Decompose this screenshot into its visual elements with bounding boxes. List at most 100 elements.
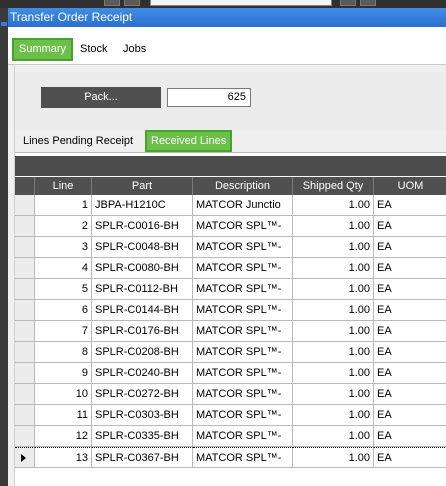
cell-description[interactable]: MATCOR SPL™- bbox=[193, 342, 293, 363]
cell-description[interactable]: MATCOR SPL™- bbox=[193, 363, 293, 384]
cell-uom[interactable]: EA bbox=[374, 258, 446, 279]
table-row[interactable]: 13 SPLR-C0367-BH MATCOR SPL™- 1.00 EA bbox=[15, 447, 446, 468]
cell-description[interactable]: MATCOR SPL™- bbox=[193, 447, 293, 468]
table-row[interactable]: 5 SPLR-C0112-BH MATCOR SPL™- 1.00 EA bbox=[15, 279, 446, 300]
cell-line[interactable]: 5 bbox=[35, 279, 92, 300]
cell-line[interactable]: 12 bbox=[35, 426, 92, 447]
cell-qty[interactable]: 1.00 bbox=[293, 321, 374, 342]
cell-line[interactable]: 8 bbox=[35, 342, 92, 363]
cell-part[interactable]: JBPA-H1210C bbox=[92, 195, 193, 216]
table-row[interactable]: 6 SPLR-C0144-BH MATCOR SPL™- 1.00 EA bbox=[15, 300, 446, 321]
cell-part[interactable]: SPLR-C0303-BH bbox=[92, 405, 193, 426]
table-row[interactable]: 7 SPLR-C0176-BH MATCOR SPL™- 1.00 EA bbox=[15, 321, 446, 342]
cell-uom[interactable]: EA bbox=[374, 426, 446, 447]
tab-summary[interactable]: Summary bbox=[12, 38, 74, 61]
cell-uom[interactable]: EA bbox=[374, 384, 446, 405]
table-row[interactable]: 1 JBPA-H1210C MATCOR Junctio 1.00 EA bbox=[15, 195, 446, 216]
cell-uom[interactable]: EA bbox=[374, 321, 446, 342]
row-selector[interactable] bbox=[15, 237, 35, 258]
toolbar-input[interactable] bbox=[150, 0, 332, 6]
cell-description[interactable]: MATCOR SPL™- bbox=[193, 279, 293, 300]
row-selector[interactable] bbox=[15, 300, 35, 321]
cell-description[interactable]: MATCOR Junctio bbox=[193, 195, 293, 216]
cell-description[interactable]: MATCOR SPL™- bbox=[193, 384, 293, 405]
cell-qty[interactable]: 1.00 bbox=[293, 447, 374, 468]
column-header-part[interactable]: Part bbox=[92, 177, 193, 195]
row-selector[interactable] bbox=[15, 405, 35, 426]
table-row[interactable]: 12 SPLR-C0335-BH MATCOR SPL™- 1.00 EA bbox=[15, 426, 446, 447]
cell-uom[interactable]: EA bbox=[374, 300, 446, 321]
cell-part[interactable]: SPLR-C0176-BH bbox=[92, 321, 193, 342]
cell-line[interactable]: 9 bbox=[35, 363, 92, 384]
cell-description[interactable]: MATCOR SPL™- bbox=[193, 216, 293, 237]
row-selector[interactable] bbox=[15, 426, 35, 447]
cell-part[interactable]: SPLR-C0016-BH bbox=[92, 216, 193, 237]
cell-line[interactable]: 13 bbox=[35, 447, 92, 468]
cell-uom[interactable]: EA bbox=[374, 279, 446, 300]
table-row[interactable]: 3 SPLR-C0048-BH MATCOR SPL™- 1.00 EA bbox=[15, 237, 446, 258]
cell-part[interactable]: SPLR-C0240-BH bbox=[92, 363, 193, 384]
cell-line[interactable]: 10 bbox=[35, 384, 92, 405]
cell-description[interactable]: MATCOR SPL™- bbox=[193, 405, 293, 426]
toolbar-button[interactable] bbox=[124, 0, 140, 6]
row-selector[interactable] bbox=[15, 321, 35, 342]
row-selector[interactable] bbox=[15, 258, 35, 279]
cell-qty[interactable]: 1.00 bbox=[293, 216, 374, 237]
cell-qty[interactable]: 1.00 bbox=[293, 384, 374, 405]
cell-qty[interactable]: 1.00 bbox=[293, 279, 374, 300]
cell-line[interactable]: 2 bbox=[35, 216, 92, 237]
cell-qty[interactable]: 1.00 bbox=[293, 195, 374, 216]
cell-qty[interactable]: 1.00 bbox=[293, 342, 374, 363]
cell-description[interactable]: MATCOR SPL™- bbox=[193, 237, 293, 258]
column-header-line[interactable]: Line bbox=[35, 177, 92, 195]
tab-stock[interactable]: Stock bbox=[75, 38, 113, 61]
toolbar-button[interactable] bbox=[104, 0, 120, 6]
cell-line[interactable]: 11 bbox=[35, 405, 92, 426]
cell-part[interactable]: SPLR-C0208-BH bbox=[92, 342, 193, 363]
cell-line[interactable]: 3 bbox=[35, 237, 92, 258]
cell-part[interactable]: SPLR-C0144-BH bbox=[92, 300, 193, 321]
tab-jobs[interactable]: Jobs bbox=[118, 38, 151, 61]
cell-uom[interactable]: EA bbox=[374, 363, 446, 384]
cell-description[interactable]: MATCOR SPL™- bbox=[193, 300, 293, 321]
cell-qty[interactable]: 1.00 bbox=[293, 237, 374, 258]
cell-qty[interactable]: 1.00 bbox=[293, 363, 374, 384]
column-header-description[interactable]: Description bbox=[193, 177, 293, 195]
pack-number-field[interactable]: 625 bbox=[167, 88, 251, 107]
cell-part[interactable]: SPLR-C0080-BH bbox=[92, 258, 193, 279]
toolbar-button[interactable] bbox=[340, 0, 356, 6]
table-row[interactable]: 11 SPLR-C0303-BH MATCOR SPL™- 1.00 EA bbox=[15, 405, 446, 426]
cell-part[interactable]: SPLR-C0272-BH bbox=[92, 384, 193, 405]
cell-uom[interactable]: EA bbox=[374, 216, 446, 237]
cell-part[interactable]: SPLR-C0112-BH bbox=[92, 279, 193, 300]
table-row[interactable]: 8 SPLR-C0208-BH MATCOR SPL™- 1.00 EA bbox=[15, 342, 446, 363]
table-row[interactable]: 4 SPLR-C0080-BH MATCOR SPL™- 1.00 EA bbox=[15, 258, 446, 279]
row-selector[interactable] bbox=[15, 195, 35, 216]
cell-line[interactable]: 6 bbox=[35, 300, 92, 321]
cell-qty[interactable]: 1.00 bbox=[293, 258, 374, 279]
table-row[interactable]: 10 SPLR-C0272-BH MATCOR SPL™- 1.00 EA bbox=[15, 384, 446, 405]
tab-lines-pending-receipt[interactable]: Lines Pending Receipt bbox=[19, 130, 137, 152]
row-selector[interactable] bbox=[15, 363, 35, 384]
cell-line[interactable]: 1 bbox=[35, 195, 92, 216]
cell-qty[interactable]: 1.00 bbox=[293, 426, 374, 447]
cell-uom[interactable]: EA bbox=[374, 342, 446, 363]
cell-qty[interactable]: 1.00 bbox=[293, 405, 374, 426]
tab-received-lines[interactable]: Received Lines bbox=[145, 130, 233, 152]
column-header-shipped-qty[interactable]: Shipped Qty bbox=[293, 177, 374, 195]
row-selector[interactable] bbox=[15, 447, 35, 468]
cell-part[interactable]: SPLR-C0335-BH bbox=[92, 426, 193, 447]
cell-line[interactable]: 7 bbox=[35, 321, 92, 342]
cell-uom[interactable]: EA bbox=[374, 237, 446, 258]
table-row[interactable]: 2 SPLR-C0016-BH MATCOR SPL™- 1.00 EA bbox=[15, 216, 446, 237]
cell-qty[interactable]: 1.00 bbox=[293, 300, 374, 321]
column-header-uom[interactable]: UOM bbox=[374, 177, 446, 195]
cell-description[interactable]: MATCOR SPL™- bbox=[193, 426, 293, 447]
table-row[interactable]: 9 SPLR-C0240-BH MATCOR SPL™- 1.00 EA bbox=[15, 363, 446, 384]
cell-description[interactable]: MATCOR SPL™- bbox=[193, 258, 293, 279]
cell-part[interactable]: SPLR-C0048-BH bbox=[92, 237, 193, 258]
toolbar-button[interactable] bbox=[360, 0, 376, 6]
cell-description[interactable]: MATCOR SPL™- bbox=[193, 321, 293, 342]
cell-uom[interactable]: EA bbox=[374, 405, 446, 426]
cell-part[interactable]: SPLR-C0367-BH bbox=[92, 447, 193, 468]
